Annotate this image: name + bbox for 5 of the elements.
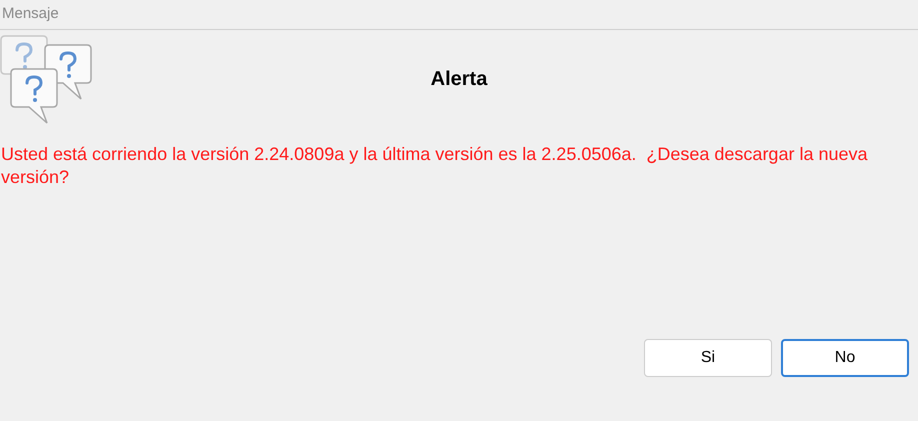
alert-message: Usted está corriendo la versión 2.24.0809a y la última versión es la 2.25.0506a. ¿Desea descargar la nueva versión?	[0, 143, 869, 189]
dialog-button[interactable]: Si	[644, 339, 772, 377]
dialog-heading: Alerta	[430, 67, 488, 92]
dialog-button[interactable]: No	[781, 339, 909, 377]
window-title: Mensaje	[2, 4, 59, 24]
